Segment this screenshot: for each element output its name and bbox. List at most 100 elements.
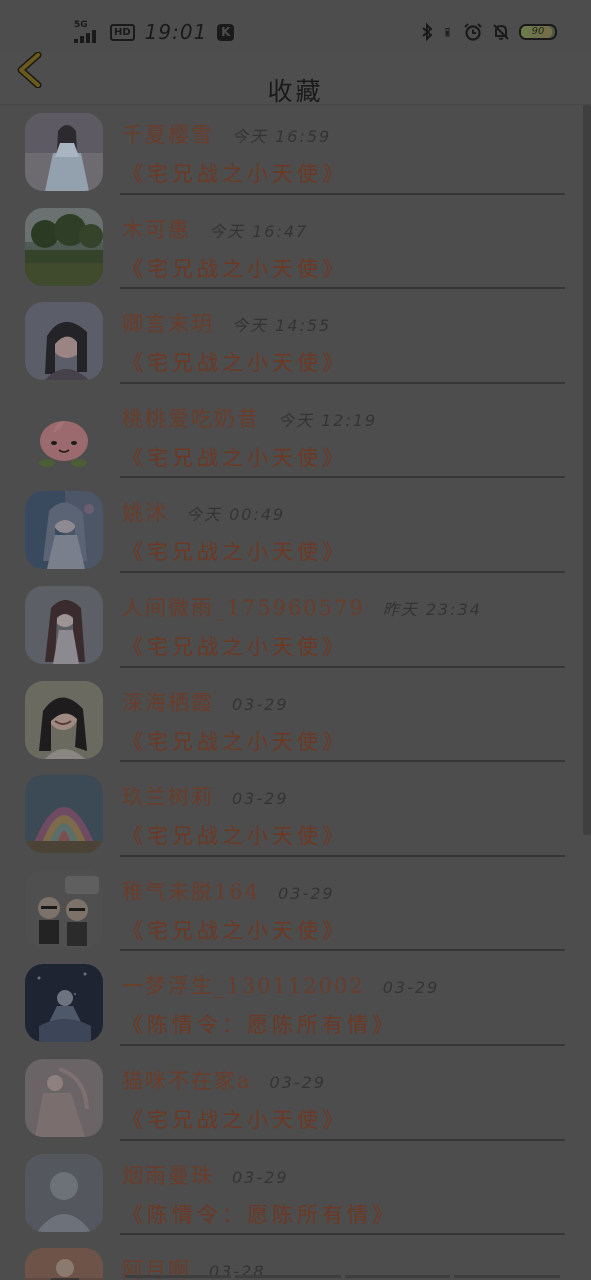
username[interactable]: 烟雨曼珠 <box>122 1160 214 1190</box>
divider <box>120 854 565 857</box>
favorite-item[interactable]: 千夏樱雪 今天 16:59 《宅兄战之小天使》 <box>0 105 591 200</box>
favorite-item[interactable]: 玖兰树莉 03-29 《宅兄战之小天使》 <box>0 767 591 862</box>
avatar-image <box>25 207 103 286</box>
novel-title-link[interactable]: 《宅兄战之小天使》 <box>122 726 347 756</box>
timestamp: 03-29 <box>232 1167 289 1187</box>
avatar-image <box>25 964 103 1043</box>
novel-title-link[interactable]: 《宅兄战之小天使》 <box>122 820 347 850</box>
clock: 19:01 <box>144 20 208 44</box>
favorite-item[interactable]: 猫咪不在家a 03-29 《宅兄战之小天使》 <box>0 1051 591 1146</box>
avatar[interactable] <box>25 113 103 191</box>
username[interactable]: 深海栖霞 <box>122 687 214 717</box>
novel-title-link[interactable]: 《宅兄战之小天使》 <box>122 347 347 377</box>
username[interactable]: 一梦浮生_130112002 <box>122 970 365 1000</box>
username[interactable]: 卿言末玥 <box>122 308 214 338</box>
avatar[interactable] <box>25 1248 103 1280</box>
avatar[interactable] <box>25 207 103 286</box>
novel-title-link[interactable]: 《宅兄战之小天使》 <box>122 1104 347 1134</box>
bluetooth-icon <box>422 22 433 42</box>
timestamp: 今天 00:49 <box>186 505 286 525</box>
scrollbar[interactable] <box>583 105 591 835</box>
avatar[interactable] <box>25 491 103 570</box>
username[interactable]: 玖兰树莉 <box>122 781 214 811</box>
status-right: 90 <box>417 22 557 42</box>
username[interactable]: 猫咪不在家a <box>122 1065 252 1095</box>
status-bar: 5G HD 19:01 K 90 <box>0 0 591 52</box>
avatar[interactable] <box>25 396 103 475</box>
novel-title-link[interactable]: 《陈情令：愿陈所有情》 <box>122 1199 397 1229</box>
status-left: 5G HD 19:01 K <box>74 18 235 46</box>
avatar[interactable] <box>25 1058 103 1137</box>
timestamp: 今天 16:59 <box>232 127 332 146</box>
divider <box>120 1233 565 1236</box>
favorite-item[interactable]: 烟雨曼珠 03-29 《陈情令：愿陈所有情》 <box>0 1146 591 1241</box>
username[interactable]: 千夏樱雪 <box>122 119 214 149</box>
favorite-item[interactable]: 姚沭 今天 00:49 《宅兄战之小天使》 <box>0 483 591 578</box>
timestamp: 03-29 <box>269 1072 327 1092</box>
timestamp: 03-29 <box>382 978 440 998</box>
timestamp: 今天 12:19 <box>278 410 378 430</box>
timestamp: 03-29 <box>232 694 289 714</box>
username[interactable]: 稚气未脱164 <box>122 876 260 906</box>
page-title: 收藏 <box>267 77 324 106</box>
app-header: 收藏 <box>0 52 591 106</box>
favorite-item[interactable]: 稚气未脱164 03-29 《宅兄战之小天使》 <box>0 862 591 957</box>
avatar-image <box>25 1058 103 1137</box>
divider <box>120 760 565 763</box>
avatar[interactable] <box>25 585 103 664</box>
battery-saver-icon <box>445 28 450 37</box>
favorite-item[interactable]: 一梦浮生_130112002 03-29 《陈情令：愿陈所有情》 <box>0 956 591 1051</box>
username[interactable]: 桃桃爱吃奶昔 <box>122 403 260 433</box>
avatar[interactable] <box>25 680 103 759</box>
avatar-image <box>25 113 103 191</box>
timestamp: 03-29 <box>232 789 289 809</box>
divider <box>120 287 565 290</box>
avatar-image <box>25 396 103 475</box>
novel-title-link[interactable]: 《宅兄战之小天使》 <box>122 253 347 283</box>
favorite-item[interactable]: 木可惠 今天 16:47 《宅兄战之小天使》 <box>0 200 591 295</box>
avatar-image <box>25 302 103 381</box>
username[interactable]: 姚沭 <box>122 497 168 527</box>
gesture-bar <box>125 1275 560 1278</box>
timestamp: 昨天 23:34 <box>382 599 482 619</box>
avatar[interactable] <box>25 302 103 381</box>
avatar[interactable] <box>25 775 103 854</box>
mute-bell-icon <box>493 24 509 40</box>
novel-title-link[interactable]: 《宅兄战之小天使》 <box>122 631 347 661</box>
novel-title-link[interactable]: 《宅兄战之小天使》 <box>122 158 347 188</box>
hd-badge: HD <box>110 23 135 41</box>
avatar-image <box>25 1248 103 1280</box>
divider <box>120 1138 565 1141</box>
timestamp: 今天 16:47 <box>209 221 309 241</box>
username[interactable]: 木可惠 <box>122 214 191 244</box>
novel-title-link[interactable]: 《陈情令：愿陈所有情》 <box>122 1009 397 1039</box>
signal-icon: 5G <box>74 21 104 43</box>
divider <box>120 665 565 668</box>
avatar-image <box>25 491 103 570</box>
avatar-image <box>25 775 103 854</box>
favorite-item[interactable]: 桃桃爱吃奶昔 今天 12:19 《宅兄战之小天使》 <box>0 389 591 484</box>
novel-title-link[interactable]: 《宅兄战之小天使》 <box>122 536 347 566</box>
novel-title-link[interactable]: 《宅兄战之小天使》 <box>122 915 347 945</box>
favorites-list: 千夏樱雪 今天 16:59 《宅兄战之小天使》 木可惠 今天 16:47 《宅兄战之小天使… <box>0 105 591 1280</box>
favorite-item[interactable]: 卿言末玥 今天 14:55 《宅兄战之小天使》 <box>0 294 591 389</box>
username[interactable]: 人间微雨_175960579 <box>122 592 365 622</box>
avatar[interactable] <box>25 964 103 1043</box>
avatar-image <box>25 585 103 664</box>
network-type: 5G <box>74 20 88 30</box>
divider <box>120 570 565 573</box>
timestamp: 03-29 <box>278 883 335 903</box>
avatar[interactable] <box>25 1153 103 1232</box>
avatar-image <box>25 869 103 948</box>
favorite-item[interactable]: 人间微雨_175960579 昨天 23:34 《宅兄战之小天使》 <box>0 578 591 673</box>
favorite-item[interactable]: 深海栖霞 03-29 《宅兄战之小天使》 <box>0 673 591 768</box>
novel-title-link[interactable]: 《宅兄战之小天使》 <box>122 442 347 472</box>
timestamp: 今天 14:55 <box>232 316 332 336</box>
app-badge-icon: K <box>217 23 235 41</box>
divider <box>120 381 565 384</box>
divider <box>120 476 565 479</box>
battery-level: 90 <box>531 26 545 37</box>
divider <box>120 949 565 952</box>
avatar-image <box>25 1153 103 1232</box>
avatar[interactable] <box>25 869 103 948</box>
